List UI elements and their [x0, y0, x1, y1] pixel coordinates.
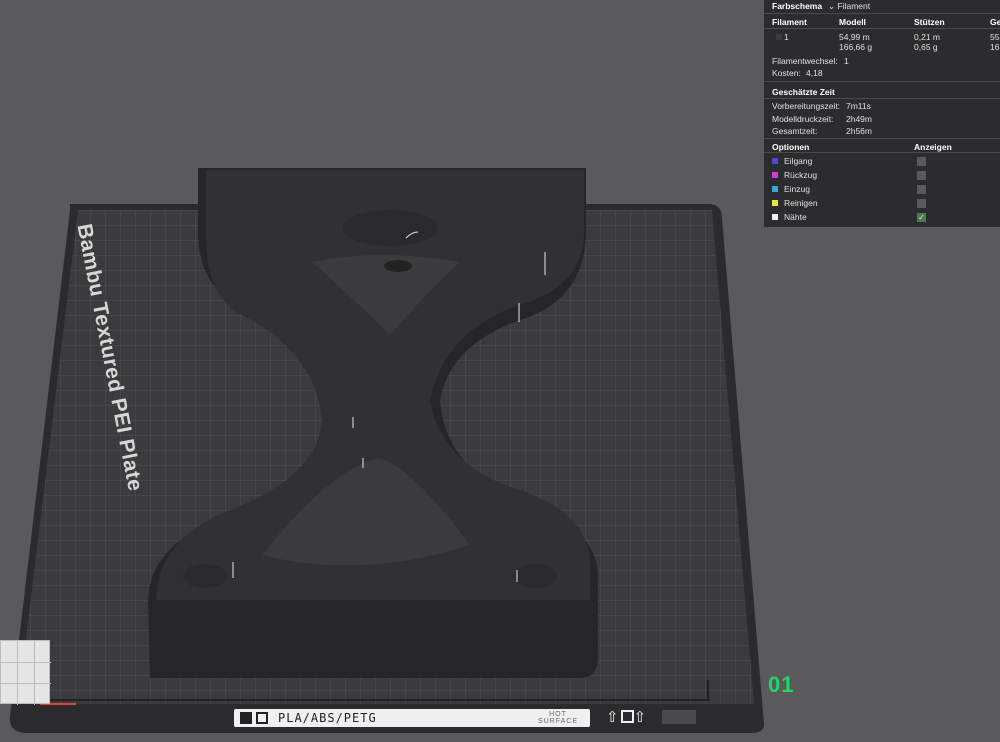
color-scheme-label: Farbschema	[772, 1, 823, 11]
model-time-value: 2h49m	[846, 114, 872, 124]
color-scheme-dropdown[interactable]: ⌄ Filament	[828, 1, 870, 12]
time-header: Geschätzte Zeit	[772, 87, 835, 97]
filament-color-swatch	[776, 34, 782, 40]
prep-time-value: 7m11s	[846, 101, 871, 111]
hot-surface-text: HOT SURFACE	[537, 711, 578, 725]
cost-label: Kosten:	[772, 68, 801, 78]
option-rueckzug: Rückzug	[764, 170, 1000, 182]
col-model: Modell	[839, 17, 866, 27]
prep-time: Vorbereitungszeit: 7m11s	[772, 101, 1000, 111]
slice-stats-panel: Farbschema ⌄ Filament Filament Modell St…	[764, 0, 1000, 227]
naehte-checkbox[interactable]: ✓	[917, 213, 926, 222]
plate-select-icon[interactable]	[620, 710, 634, 723]
option-reinigen: Reinigen	[764, 198, 1000, 210]
option-label: Eilgang	[784, 156, 813, 166]
plate-material-label: PLA/ABS/PETG HOT SURFACE	[234, 709, 590, 727]
filament-changes-value: 1	[844, 56, 849, 66]
model-length: 54,99 m	[839, 32, 870, 42]
total-time-value: 2h56m	[846, 126, 872, 136]
option-label: Nähte	[784, 212, 807, 222]
reinigen-color-swatch	[772, 200, 778, 206]
option-label: Reinigen	[784, 198, 818, 208]
option-eilgang: Eilgang	[764, 156, 1000, 168]
option-naehte: Nähte ✓	[764, 212, 1000, 224]
col-supports: Stützen	[914, 17, 945, 27]
filament-row: 1 54,99 m 166,66 g 0,21 m 0,65 g 55 16	[772, 32, 1000, 54]
color-scheme-value: Filament	[837, 1, 871, 11]
filament-changes-label: Filamentwechsel:	[772, 56, 838, 66]
total-time-label: Gesamtzeit:	[772, 126, 818, 136]
rueckzug-checkbox[interactable]	[917, 171, 926, 180]
total-weight: 16	[990, 42, 1000, 52]
plate-number[interactable]: 01	[768, 672, 794, 698]
rueckzug-color-swatch	[772, 172, 778, 178]
col-filament: Filament	[772, 17, 807, 27]
option-einzug: Einzug	[764, 184, 1000, 196]
prep-time-label: Vorbereitungszeit:	[772, 101, 841, 111]
einzug-checkbox[interactable]	[917, 185, 926, 194]
display-header-label: Anzeigen	[914, 142, 952, 152]
options-header: Optionen Anzeigen	[772, 142, 1000, 152]
einzug-color-swatch	[772, 186, 778, 192]
col-total: Ge	[990, 17, 1000, 27]
options-header-label: Optionen	[772, 142, 810, 152]
bambu-logo-icon	[240, 712, 252, 724]
eilgang-color-swatch	[772, 158, 778, 164]
total-time: Gesamtzeit: 2h56m	[772, 126, 1000, 136]
lock-icon[interactable]: ⇧	[634, 709, 649, 726]
reinigen-checkbox[interactable]	[917, 199, 926, 208]
plate-toolbar: ⇧ ⇧	[606, 710, 648, 726]
model-time: Modelldruckzeit: 2h49m	[772, 114, 1000, 124]
view-navigation-cube[interactable]	[0, 640, 51, 705]
model-weight: 166,66 g	[839, 42, 873, 52]
model-time-label: Modelldruckzeit:	[772, 114, 834, 124]
option-label: Rückzug	[784, 170, 818, 180]
eilgang-checkbox[interactable]	[917, 157, 926, 166]
cost: Kosten: 4,18	[772, 68, 1000, 78]
filament-id: 1	[784, 32, 789, 42]
cost-value: 4,18	[806, 68, 823, 78]
support-weight: 0,65 g	[914, 42, 938, 52]
arrange-icon[interactable]: ⇧	[606, 709, 621, 726]
bambu-logo-outline-icon	[256, 712, 268, 724]
naehte-color-swatch	[772, 214, 778, 220]
filament-changes: Filamentwechsel: 1	[772, 56, 1000, 66]
total-length: 55	[990, 32, 1000, 42]
plate-material-text: PLA/ABS/PETG	[278, 711, 377, 725]
option-label: Einzug	[784, 184, 810, 194]
support-length: 0,21 m	[914, 32, 940, 42]
chevron-down-icon: ⌄	[828, 1, 836, 11]
